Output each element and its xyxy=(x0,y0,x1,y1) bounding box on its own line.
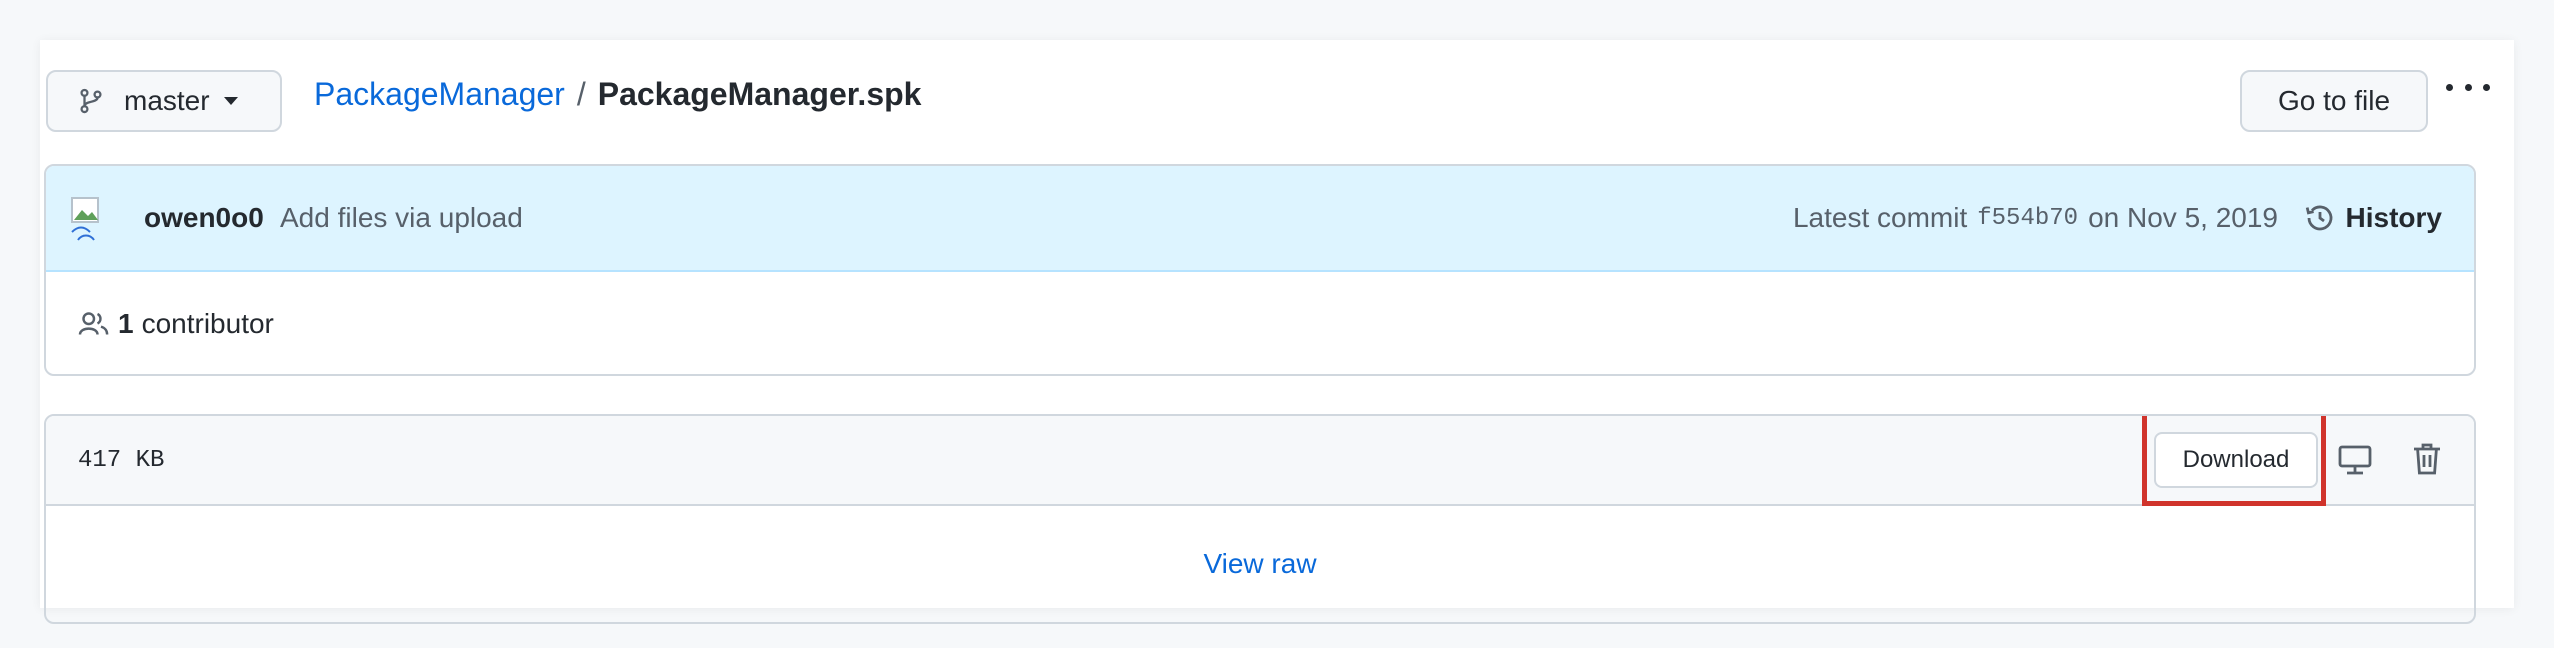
breadcrumb: PackageManager / PackageManager.spk xyxy=(314,70,921,118)
history-label: History xyxy=(2345,202,2442,233)
contributors-row: 1 contributor xyxy=(46,272,2474,374)
commit-message-link[interactable]: Add files via upload xyxy=(280,202,523,234)
desktop-icon[interactable] xyxy=(2338,444,2372,476)
commit-sha-link[interactable]: f554b70 xyxy=(1977,205,2078,232)
breadcrumb-file-name: PackageManager.spk xyxy=(597,75,922,112)
download-button[interactable]: Download xyxy=(2154,432,2318,488)
chevron-down-icon xyxy=(223,97,238,105)
latest-commit-info: Latest commit f554b70 on Nov 5, 2019 xyxy=(1793,202,2278,234)
file-header: 417 KB Download xyxy=(46,416,2474,506)
branch-selector-button[interactable]: master xyxy=(46,70,282,132)
commit-date: on Nov 5, 2019 xyxy=(2088,202,2278,233)
trash-icon[interactable] xyxy=(2412,442,2442,476)
view-raw-row: View raw xyxy=(46,506,2474,622)
commit-box: owen0o0 Add files via upload Latest comm… xyxy=(44,164,2476,376)
file-view-card: master PackageManager / PackageManager.s… xyxy=(40,40,2514,624)
more-options-icon[interactable] xyxy=(2446,74,2490,100)
file-size: 417 KB xyxy=(78,446,165,474)
history-link[interactable]: History xyxy=(2304,202,2442,234)
breadcrumb-repo-link[interactable]: PackageManager xyxy=(314,76,565,113)
branch-label: master xyxy=(124,85,210,116)
latest-commit-row: owen0o0 Add files via upload Latest comm… xyxy=(46,166,2474,272)
go-to-file-button[interactable]: Go to file xyxy=(2240,70,2428,132)
view-raw-link[interactable]: View raw xyxy=(1203,548,1316,580)
git-branch-icon xyxy=(80,88,102,114)
commit-author-link[interactable]: owen0o0 xyxy=(144,202,264,234)
people-icon xyxy=(78,312,109,335)
breadcrumb-separator: / xyxy=(576,75,586,112)
history-icon xyxy=(2305,205,2332,231)
avatar[interactable] xyxy=(70,196,108,242)
contributor-count[interactable]: 1 xyxy=(118,308,134,340)
contributor-label[interactable]: contributor xyxy=(142,308,274,340)
latest-commit-label: Latest commit xyxy=(1792,202,1968,233)
file-box: 417 KB Download View raw xyxy=(44,414,2476,624)
